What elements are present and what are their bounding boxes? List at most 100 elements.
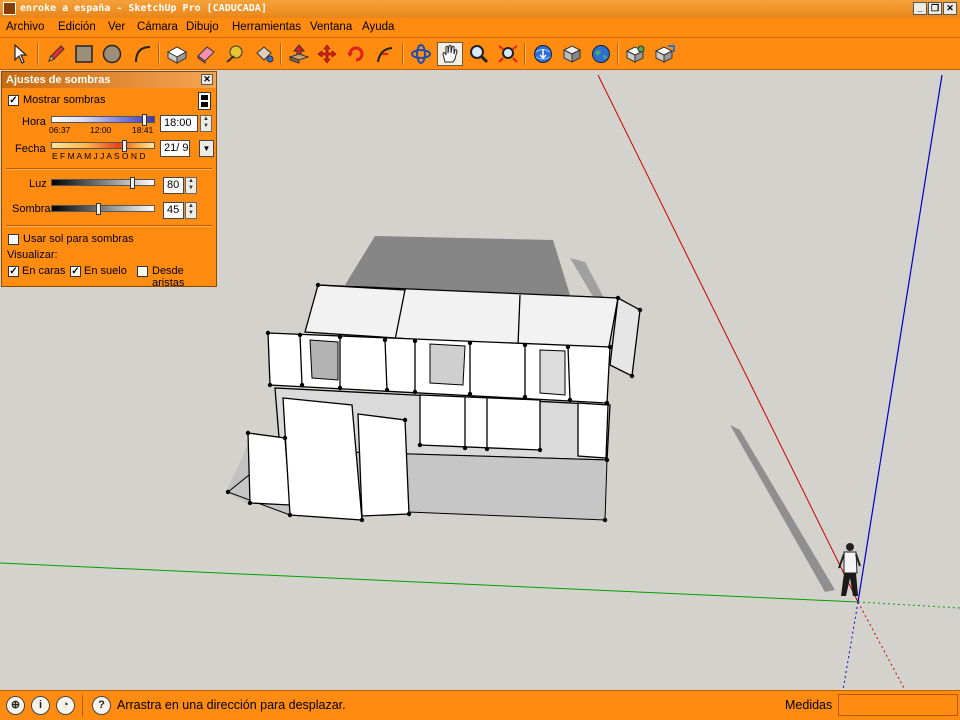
date-label: Fecha — [15, 143, 46, 155]
pan-tool[interactable] — [437, 42, 463, 66]
use-sun-label: Usar sol para sombras — [23, 233, 134, 245]
on-faces-checkbox[interactable]: ✓ — [8, 266, 19, 277]
select-tool[interactable] — [8, 42, 34, 66]
panel-title[interactable]: Ajustes de sombras — [2, 72, 216, 88]
menu-ayuda[interactable]: Ayuda — [362, 21, 394, 33]
zoom-tool[interactable] — [466, 42, 492, 66]
time-input[interactable]: 18:00 — [160, 115, 198, 132]
green-axis — [0, 562, 859, 603]
arrow-cursor-icon — [14, 44, 28, 64]
use-sun-checkbox[interactable] — [8, 234, 19, 245]
date-input[interactable]: 21/ 9 — [160, 140, 190, 157]
share-model-tool[interactable] — [559, 42, 585, 66]
from-edges-checkbox[interactable] — [137, 266, 148, 277]
blue-axis — [857, 74, 943, 603]
menu-archivo[interactable]: Archivo — [6, 21, 44, 33]
collapse-icon — [201, 95, 208, 100]
dark-slider[interactable] — [51, 203, 155, 215]
pencil-tool[interactable] — [43, 42, 69, 66]
pencil-icon — [48, 45, 65, 62]
expand-icon — [201, 102, 208, 107]
time-start: 06:37 — [49, 125, 71, 135]
display-label: Visualizar: — [7, 249, 58, 261]
toolbar-separator — [617, 43, 619, 65]
restore-button[interactable]: ❐ — [928, 2, 942, 15]
arc-tool[interactable] — [129, 42, 155, 66]
light-slider-thumb[interactable] — [130, 177, 135, 189]
sketchup-app-icon[interactable] — [3, 2, 16, 15]
eraser-tool[interactable] — [193, 42, 219, 66]
menu-bar: Archivo Edición Ver Cámara Dibujo Herram… — [0, 18, 960, 37]
dark-label: Sombra — [12, 203, 51, 215]
dark-slider-thumb[interactable] — [96, 203, 101, 215]
panel-close-button[interactable]: ✕ — [201, 74, 213, 85]
orbit-tool[interactable] — [408, 42, 434, 66]
share-component-icon — [654, 45, 675, 63]
rotate-icon — [347, 46, 364, 62]
share-component-tool[interactable] — [652, 42, 678, 66]
menu-dibujo[interactable]: Dibujo — [186, 21, 219, 33]
shadow-settings-panel: Ajustes de sombras ✕ ✓ Mostrar sombras H… — [1, 71, 217, 289]
light-label: Luz — [29, 178, 47, 190]
title-bar: enroke a españa - SketchUp Pro [CADUCADA… — [0, 0, 960, 18]
measurements-input[interactable] — [838, 694, 958, 716]
toolbar-separator — [280, 43, 282, 65]
google-earth-tool[interactable] — [588, 42, 614, 66]
rectangle-tool[interactable] — [71, 42, 97, 66]
dark-spinner[interactable]: ▲ ▼ — [185, 202, 197, 219]
tape-measure-tool[interactable] — [222, 42, 248, 66]
minimize-button[interactable]: _ — [913, 2, 927, 15]
help-icon[interactable]: ? — [92, 696, 111, 715]
toolbar-separator — [158, 43, 160, 65]
light-slider[interactable] — [51, 177, 155, 189]
move-tool[interactable] — [314, 42, 340, 66]
date-dropdown-button[interactable]: ▼ — [199, 140, 214, 157]
time-mid: 12:00 — [90, 125, 112, 135]
earth-icon — [592, 45, 610, 63]
get-models-tool[interactable] — [530, 42, 556, 66]
menu-ver[interactable]: Ver — [108, 21, 125, 33]
paint-bucket-icon — [256, 46, 274, 63]
share-model-icon — [562, 45, 582, 63]
hand-icon — [442, 44, 458, 63]
expand-panel-button[interactable] — [198, 92, 211, 110]
on-ground-label: En suelo — [84, 265, 127, 277]
on-faces-label: En caras — [22, 265, 66, 277]
circle-tool[interactable] — [99, 42, 125, 66]
orbit-icon — [411, 44, 431, 64]
credits-icon[interactable]: i — [31, 696, 50, 715]
geo-location-icon[interactable]: ⊕ — [6, 696, 25, 715]
paint-bucket-tool[interactable] — [251, 42, 277, 66]
component-box-icon — [166, 46, 188, 64]
rectangle-icon — [75, 45, 93, 63]
date-months: E F M A M J J A S O N D — [52, 151, 146, 161]
blue-axis-negative — [842, 601, 859, 690]
user-account-icon[interactable]: ◔ — [56, 696, 75, 715]
time-spinner[interactable]: ▲ ▼ — [200, 115, 212, 132]
measurements-label: Medidas — [785, 698, 833, 712]
follow-me-tool[interactable] — [372, 42, 398, 66]
light-input[interactable]: 80 — [163, 177, 184, 194]
date-slider[interactable] — [51, 140, 155, 152]
on-ground-checkbox[interactable]: ✓ — [70, 266, 81, 277]
toolbar-separator — [402, 43, 404, 65]
time-slider[interactable] — [51, 114, 155, 126]
components-icon — [625, 45, 645, 63]
menu-edicion[interactable]: Edición — [58, 21, 96, 33]
building-model[interactable] — [227, 284, 641, 521]
make-component-tool[interactable] — [164, 42, 190, 66]
light-spinner[interactable]: ▲ ▼ — [185, 177, 197, 194]
component-tool[interactable] — [623, 42, 649, 66]
close-button[interactable]: ✕ — [943, 2, 957, 15]
show-shadows-checkbox[interactable]: ✓ — [8, 95, 19, 106]
menu-ventana[interactable]: Ventana — [310, 21, 352, 33]
show-shadows-label: Mostrar sombras — [23, 94, 106, 106]
tape-measure-icon — [226, 45, 243, 63]
push-pull-tool[interactable] — [286, 42, 312, 66]
menu-herramientas[interactable]: Herramientas — [232, 21, 301, 33]
red-axis-negative — [857, 601, 906, 690]
zoom-extents-tool[interactable] — [495, 42, 521, 66]
dark-input[interactable]: 45 — [163, 202, 184, 219]
menu-camara[interactable]: Cámara — [137, 21, 178, 33]
rotate-tool[interactable] — [343, 42, 369, 66]
